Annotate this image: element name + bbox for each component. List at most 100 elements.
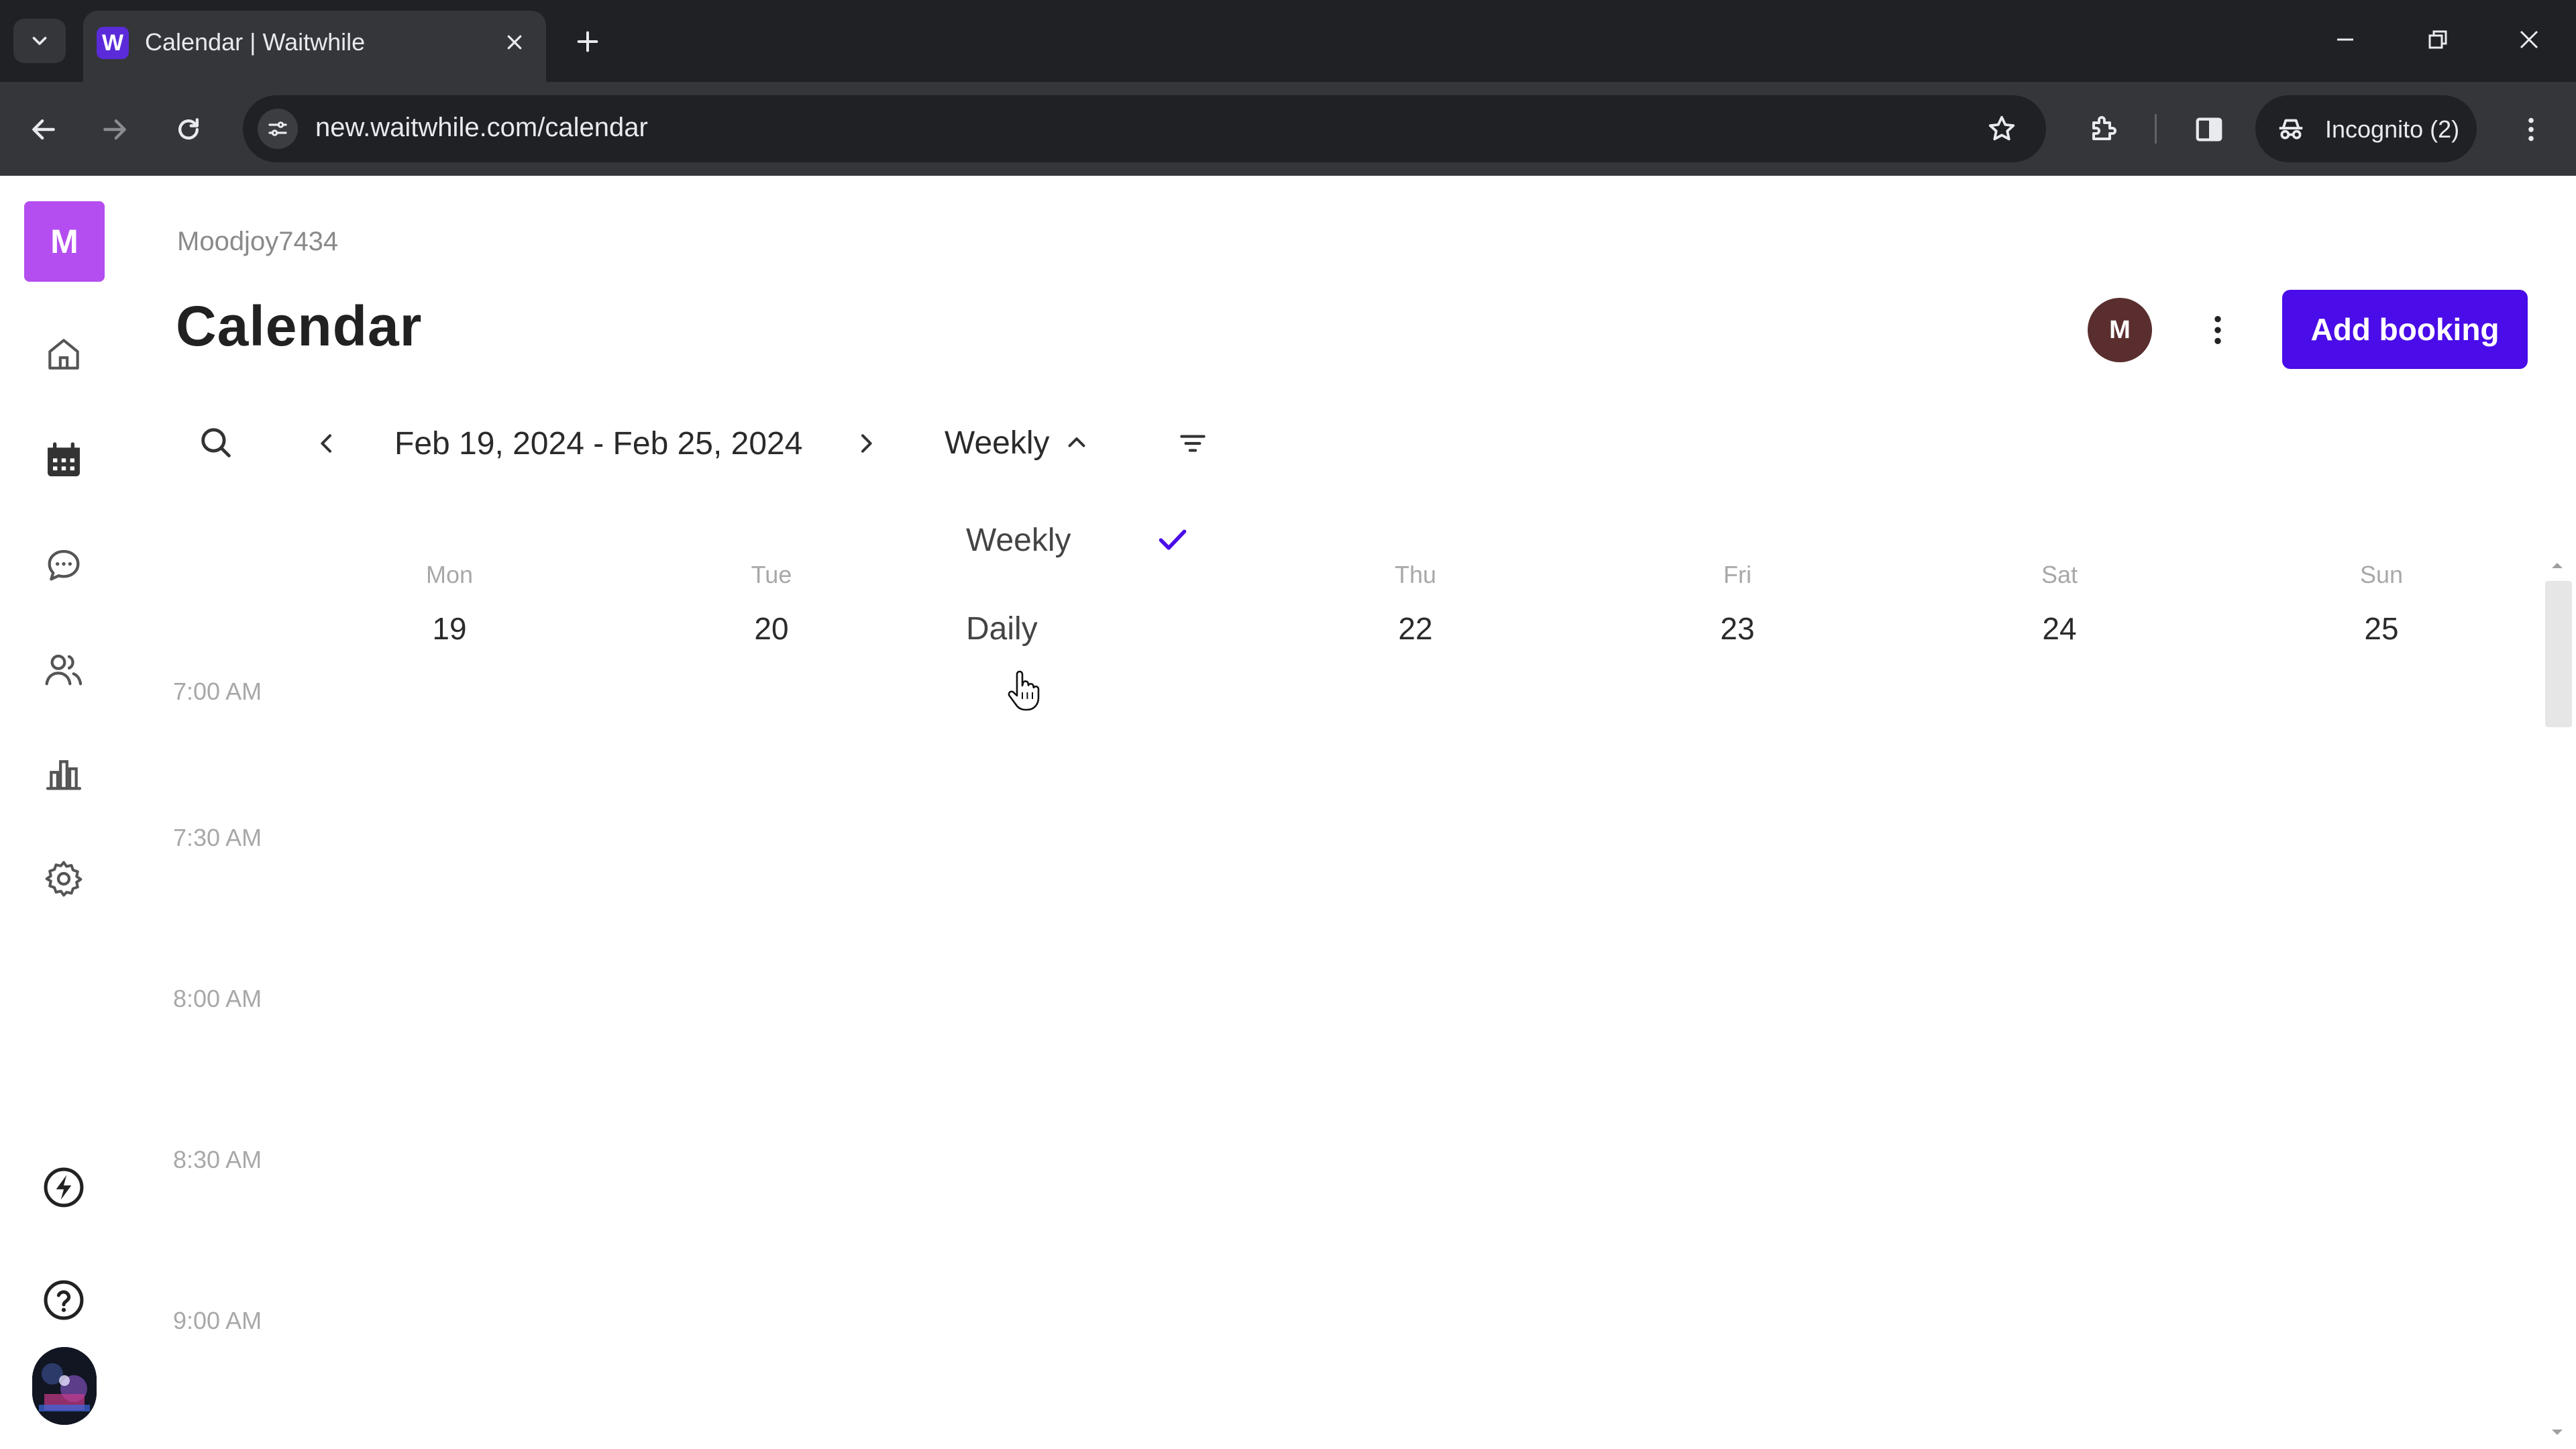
side-panel-icon [2196,117,2222,142]
tab-search-button[interactable] [13,19,66,63]
business-logo[interactable]: M [24,201,105,282]
forward-button[interactable] [91,106,138,153]
time-slot-label: 8:00 AM [173,985,262,1012]
calendar-icon [48,442,80,476]
time-slot-label: 8:30 AM [173,1146,262,1173]
restore-button[interactable] [2411,16,2465,63]
minimize-button[interactable] [2318,16,2372,63]
sidebar-item-analytics[interactable] [37,747,91,801]
chat-icon [48,549,80,581]
home-icon [48,339,79,370]
waitwhile-favicon-icon: W [97,27,129,59]
sidebar-item-calendar[interactable] [37,433,91,487]
tune-icon [268,121,287,136]
sidebar-item-settings[interactable] [37,852,91,906]
filter-icon [1180,435,1205,452]
add-booking-button[interactable]: Add booking [2282,290,2528,369]
search-button[interactable] [191,417,241,468]
tab-title: Calendar | Waitwhile [145,28,366,56]
user-avatar[interactable]: M [2088,298,2152,362]
day-name: Sat [2041,561,2078,588]
chevron-up-icon [1068,437,1085,447]
close-icon [507,35,522,50]
day-date: 23 [1720,611,1755,646]
time-slot-label: 7:00 AM [173,678,262,705]
restore-icon [2428,30,2447,49]
browser-toolbar: new.waitwhile.com/calendar Incognito (2) [0,82,2576,176]
incognito-label: Incognito (2) [2325,115,2460,143]
scroll-up-arrow-icon[interactable] [2549,558,2565,572]
day-name: Tue [751,561,792,588]
chevron-left-icon [321,434,331,453]
next-week-button[interactable] [843,420,890,467]
tab-close-button[interactable] [498,25,531,59]
extensions-button[interactable] [2080,106,2127,153]
toolbar-divider [2155,114,2157,144]
side-panel-button[interactable] [2186,106,2233,153]
bookmark-button[interactable] [1982,109,2022,149]
new-tab-button[interactable] [568,21,608,62]
view-option-weekly[interactable]: Weekly [939,504,1221,572]
plus-icon [577,31,598,52]
scrollbar-thumb[interactable] [2545,581,2572,727]
chevron-right-icon [861,434,872,453]
sidebar-item-help[interactable] [37,1273,91,1327]
bolt-icon [44,1167,84,1208]
puzzle-icon [2092,116,2116,140]
view-mode-label: Weekly [945,425,1050,461]
close-window-button[interactable] [2502,16,2556,63]
view-option-label: Daily [966,611,1038,647]
sidebar-item-messages[interactable] [37,538,91,592]
scroll-down-arrow-icon[interactable] [2549,1426,2565,1440]
day-date: 20 [754,611,789,646]
search-icon [201,428,231,458]
more-vertical-icon [2214,316,2221,344]
more-vertical-icon [2528,117,2534,142]
day-date: 25 [2364,611,2399,646]
time-slot-label: 7:30 AM [173,824,262,851]
view-option-label: Weekly [966,523,1071,558]
sidebar-item-home[interactable] [37,327,91,381]
view-mode-menu: Weekly Daily [939,504,1221,665]
settings-icon [45,861,83,897]
address-bar[interactable]: new.waitwhile.com/calendar [243,95,2046,162]
browser-tab-bar: W Calendar | Waitwhile [0,0,2576,82]
app-sidebar: M [0,176,127,1449]
back-button[interactable] [20,106,67,153]
analytics-icon [46,760,82,790]
date-range-label[interactable]: Feb 19, 2024 - Feb 25, 2024 [394,425,802,462]
incognito-icon [2274,113,2308,146]
time-slot-label: 9:00 AM [173,1307,262,1334]
profile-photo-icon [32,1347,97,1425]
browser-menu-button[interactable] [2508,106,2555,153]
day-name: Fri [1723,561,1752,588]
page-title: Calendar [176,294,423,358]
incognito-badge[interactable]: Incognito (2) [2255,95,2477,162]
day-name: Sun [2359,561,2404,588]
help-icon [44,1280,84,1320]
close-icon [2520,30,2538,49]
day-date: 19 [432,611,467,646]
previous-week-button[interactable] [303,420,350,467]
arrow-right-icon [103,119,126,140]
sidebar-item-customers[interactable] [37,643,91,696]
day-name: Thu [1394,561,1437,588]
customers-icon [45,654,83,686]
more-options-button[interactable] [2191,303,2245,357]
view-mode-select[interactable]: Weekly [945,417,1114,468]
minimize-icon [2337,38,2353,41]
site-info-button[interactable] [258,109,298,149]
reload-icon [178,118,199,140]
sidebar-item-whats-new[interactable] [37,1161,91,1214]
browser-tab-active[interactable]: W Calendar | Waitwhile [83,11,546,82]
filter-button[interactable] [1167,420,1218,467]
reload-button[interactable] [165,106,212,153]
arrow-left-icon [32,119,55,140]
view-option-daily[interactable]: Daily [939,593,1221,660]
day-date: 22 [1398,611,1433,646]
chevron-down-icon [32,36,47,46]
business-name: Moodjoy7434 [177,227,339,256]
hand-cursor-icon [1008,670,1040,711]
profile-avatar[interactable] [32,1347,97,1425]
star-icon [1988,115,2015,141]
